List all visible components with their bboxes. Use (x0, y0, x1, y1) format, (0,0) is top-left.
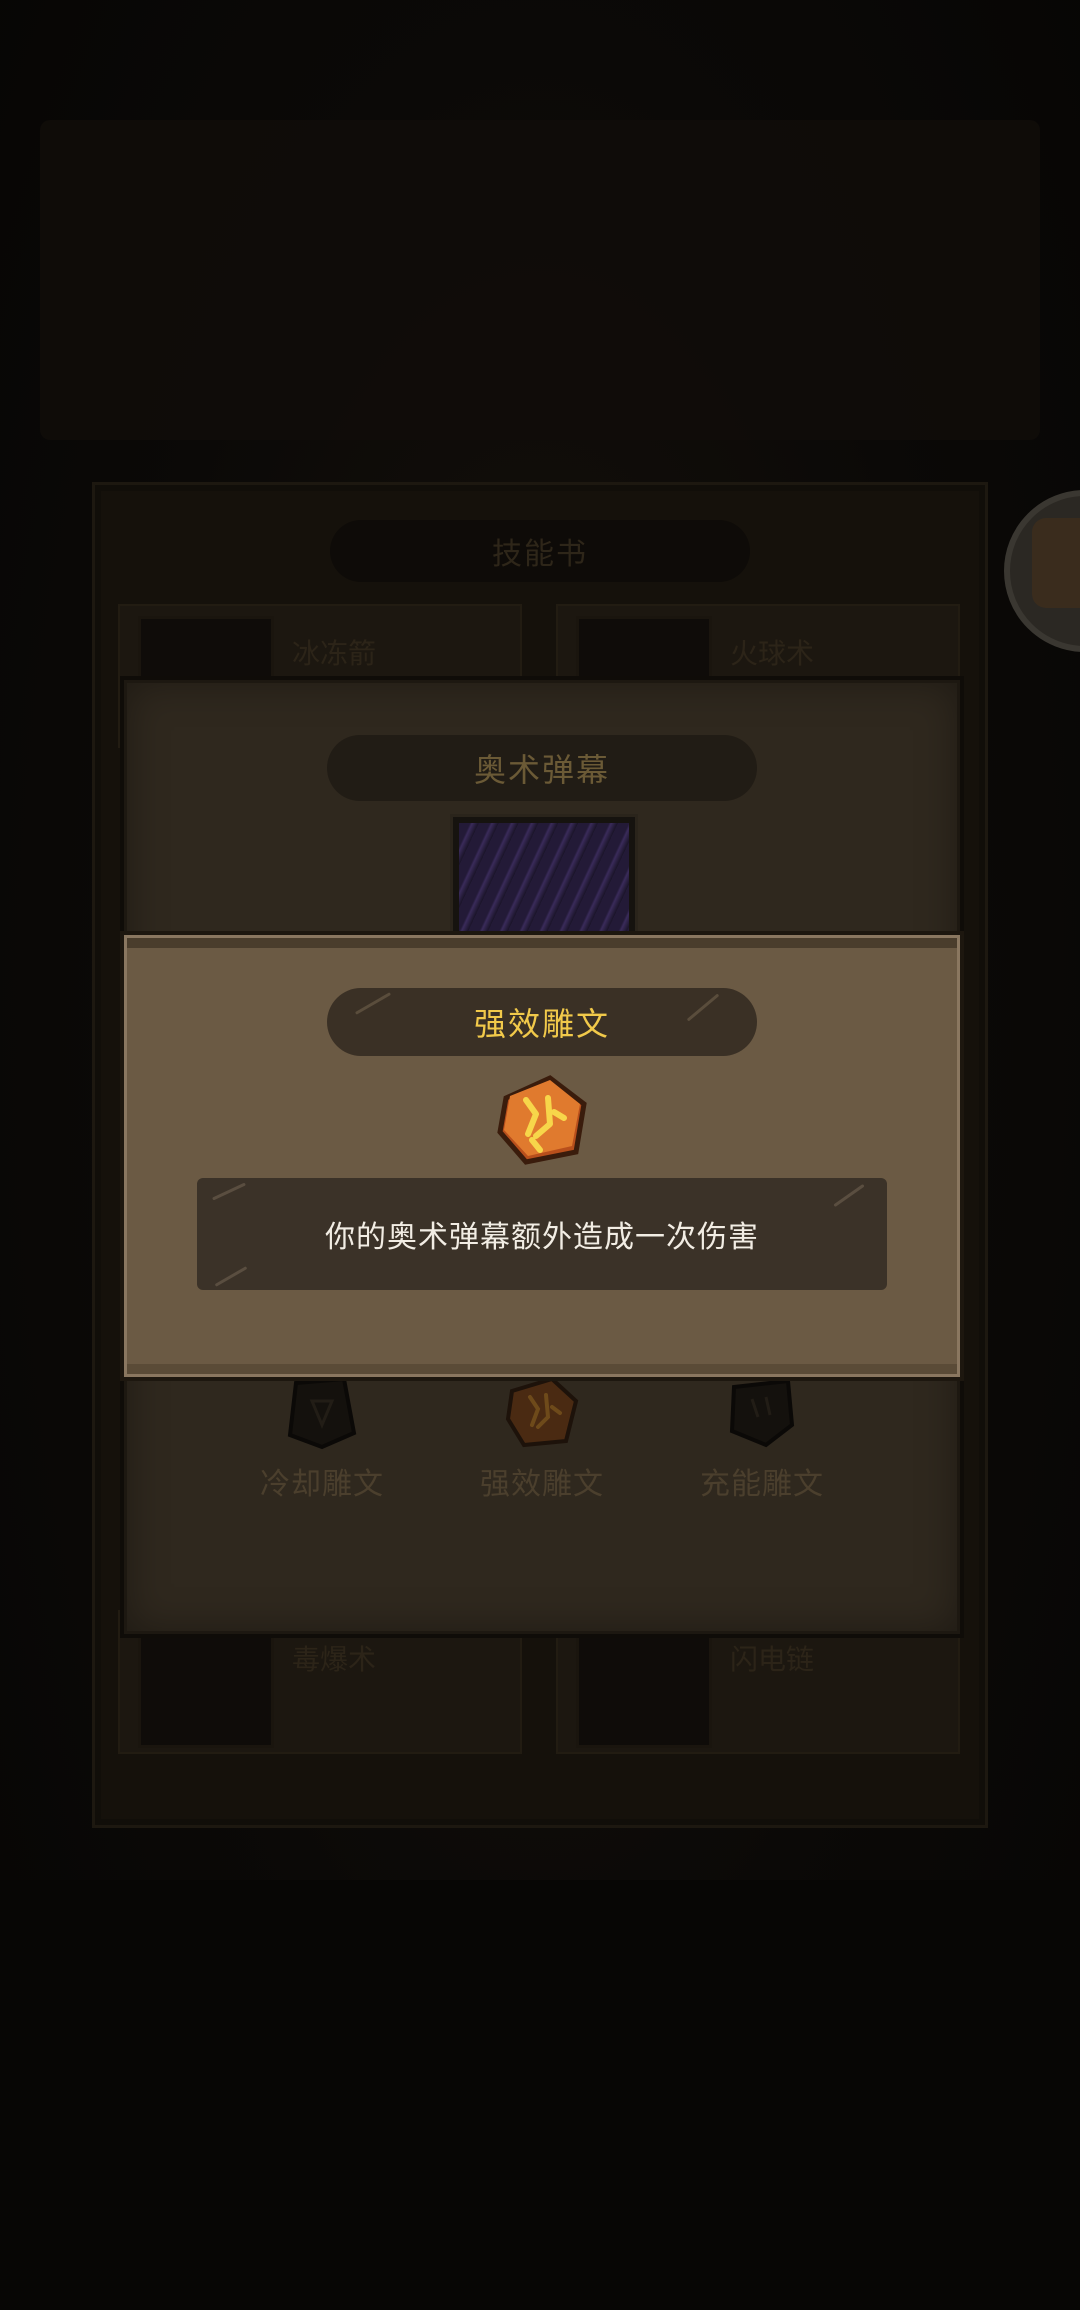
side-menu-icon (1032, 518, 1080, 608)
rune-label: 冷却雕文 (260, 1467, 384, 1502)
rune-option-charge[interactable]: 充能雕文 (662, 1373, 862, 1513)
side-menu-badge[interactable] (1004, 490, 1080, 652)
skill-card-name: 毒爆术 (292, 1643, 377, 1676)
game-screen: 技能书 冰冻箭 火球术 毒爆术 闪电链 奥术弹幕 冷却雕文 强效雕文 充能雕文 … (0, 0, 1080, 2310)
power-rune-icon (502, 1373, 582, 1451)
skill-thumbnail (576, 1622, 712, 1748)
decorative-scratch (833, 1183, 865, 1208)
power-rune-icon (492, 1070, 592, 1170)
rune-label: 强效雕文 (480, 1467, 604, 1502)
charge-rune-icon (722, 1373, 802, 1451)
background-header (40, 120, 1040, 440)
rune-options: 冷却雕文 强效雕文 充能雕文 (127, 1373, 957, 1513)
skill-thumbnail (138, 1622, 274, 1748)
rune-option-cooldown[interactable]: 冷却雕文 (222, 1373, 422, 1513)
decorative-scratch (354, 992, 392, 1015)
rune-label: 充能雕文 (700, 1467, 824, 1502)
skill-book-title: 技能书 (330, 520, 750, 582)
decorative-scratch (212, 1182, 246, 1201)
skill-card-name: 火球术 (730, 637, 815, 670)
bottom-navigation (0, 1880, 1080, 2310)
rune-detail-title: 强效雕文 (327, 988, 757, 1056)
cooldown-rune-icon (282, 1373, 362, 1451)
rune-title-text: 强效雕文 (473, 1005, 610, 1043)
skill-detail-title: 奥术弹幕 (327, 735, 757, 801)
rune-description-text: 你的奥术弹幕额外造成一次伤害 (325, 1220, 759, 1255)
decorative-scratch (686, 993, 720, 1022)
skill-card-name: 闪电链 (730, 1643, 815, 1676)
rune-option-power[interactable]: 强效雕文 (442, 1373, 642, 1513)
skill-card-name: 冰冻箭 (292, 637, 377, 670)
rune-detail-dialog[interactable]: 强效雕文 你的奥术弹幕额外造成一次伤害 (124, 935, 960, 1377)
rune-description-box: 你的奥术弹幕额外造成一次伤害 (197, 1178, 887, 1290)
decorative-scratch (214, 1266, 248, 1287)
